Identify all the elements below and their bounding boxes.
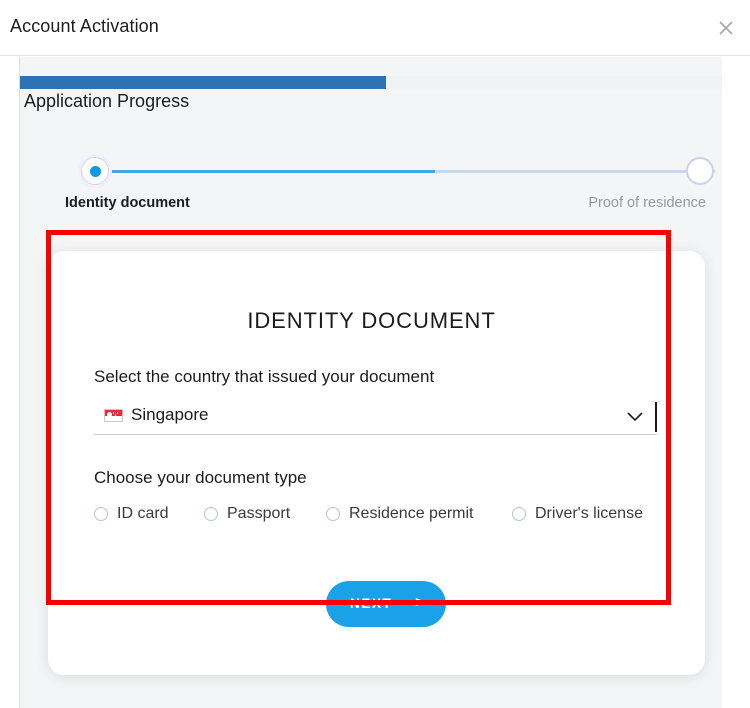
radio-circle-icon bbox=[204, 507, 218, 521]
radio-label: Passport bbox=[227, 505, 291, 522]
radio-label: Driver's license bbox=[535, 505, 643, 522]
close-icon[interactable] bbox=[712, 14, 740, 42]
radio-circle-icon bbox=[94, 507, 108, 521]
chevron-right-icon: > bbox=[415, 594, 424, 611]
form-title: IDENTITY DOCUMENT bbox=[247, 308, 496, 333]
singapore-flag-icon bbox=[104, 409, 123, 422]
stepper-node-identity-document[interactable] bbox=[81, 157, 109, 185]
country-select[interactable]: Singapore bbox=[94, 400, 657, 435]
radio-drivers-license[interactable]: Driver's license bbox=[512, 501, 643, 527]
stepper-node-proof-of-residence[interactable] bbox=[686, 157, 714, 185]
document-type-radio-group: ID card Passport Residence permit Driver… bbox=[94, 501, 674, 527]
next-button-label: NEXT bbox=[350, 596, 393, 611]
radio-passport[interactable]: Passport bbox=[204, 501, 290, 527]
country-field-label: Select the country that issued your docu… bbox=[94, 367, 435, 386]
country-select-value: Singapore bbox=[131, 405, 209, 424]
page-bottom-clipped-text bbox=[20, 699, 722, 708]
radio-id-card[interactable]: ID card bbox=[94, 501, 169, 527]
radio-label: ID card bbox=[117, 505, 169, 522]
radio-circle-icon bbox=[512, 507, 526, 521]
stepper-label-proof-of-residence: Proof of residence bbox=[588, 195, 706, 211]
radio-label: Residence permit bbox=[349, 505, 474, 522]
stepper-track-filled bbox=[95, 170, 435, 173]
document-type-label: Choose your document type bbox=[94, 468, 307, 487]
account-activation-dialog: Account Activation Application Progress bbox=[0, 0, 750, 708]
chevron-down-icon[interactable] bbox=[627, 409, 643, 422]
text-cursor bbox=[655, 402, 657, 432]
radio-circle-icon bbox=[326, 507, 340, 521]
stepper-active-dot bbox=[89, 165, 101, 177]
window-titlebar: Account Activation bbox=[0, 0, 750, 56]
radio-residence-permit[interactable]: Residence permit bbox=[326, 501, 474, 527]
progressbar-fill bbox=[20, 76, 386, 89]
page-body: Application Progress Identity document P… bbox=[0, 57, 750, 708]
next-button[interactable]: NEXT > bbox=[326, 581, 446, 627]
stepper-label-identity-document: Identity document bbox=[65, 195, 190, 211]
application-stepper: Identity document Proof of residence bbox=[65, 157, 715, 211]
page-title: Application Progress bbox=[24, 91, 190, 111]
page-load-progressbar bbox=[20, 76, 722, 89]
content-container: Application Progress Identity document P… bbox=[19, 57, 722, 708]
window-title: Account Activation bbox=[10, 16, 159, 36]
